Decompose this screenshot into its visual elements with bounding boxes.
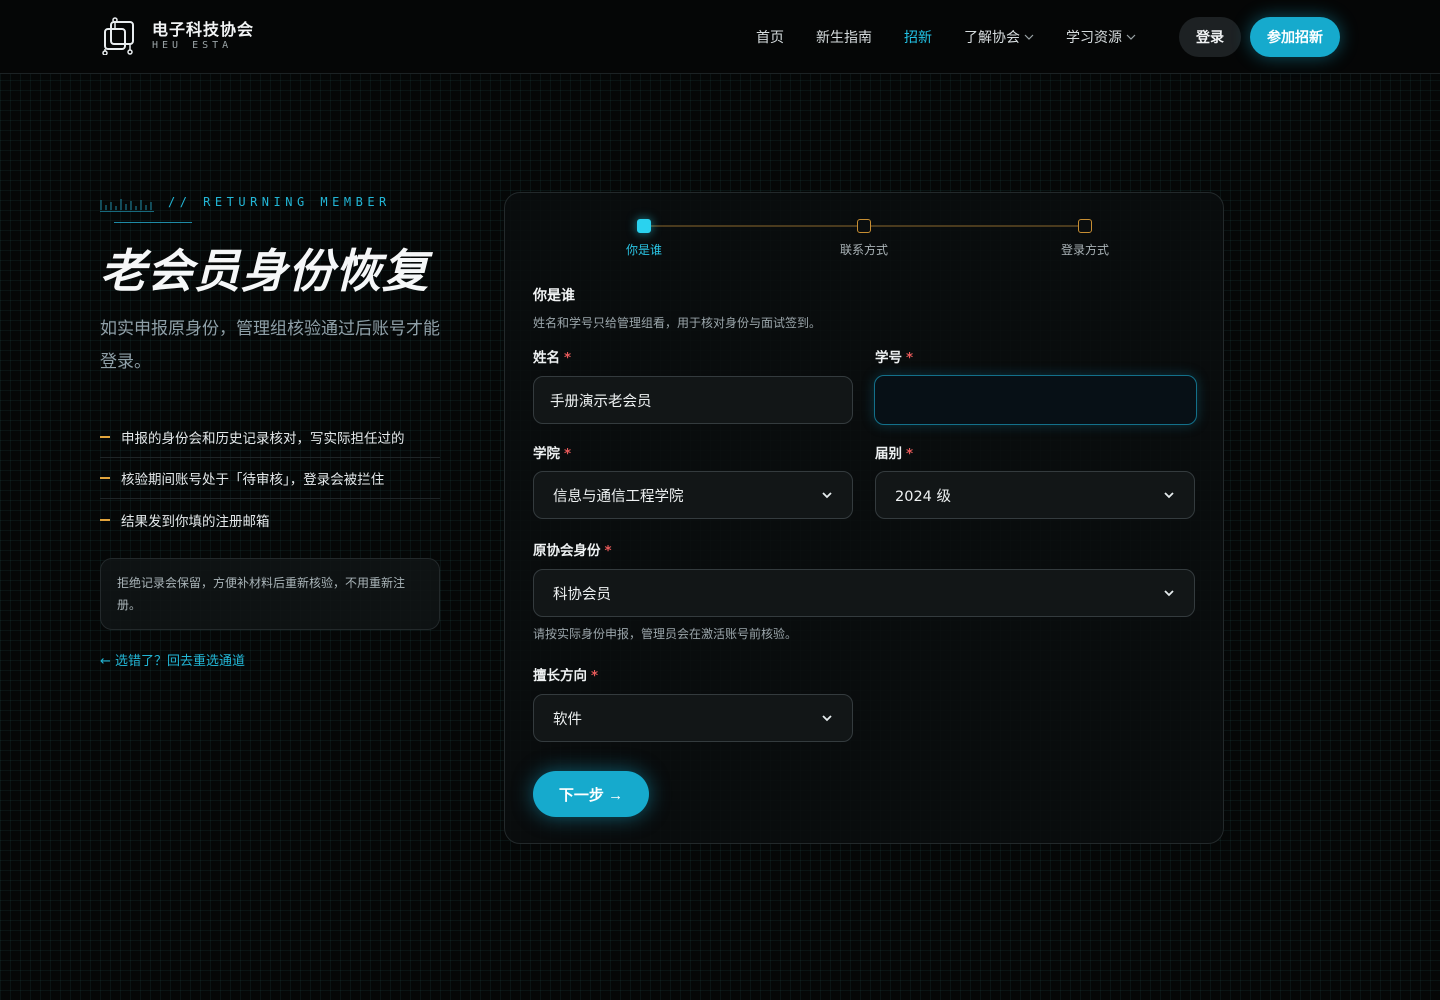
nav-item-label: 学习资源 (1066, 30, 1122, 46)
nav-item-label: 首页 (756, 30, 784, 46)
logo-subtitle: HEU ESTA (152, 40, 233, 51)
chevron-down-icon (1164, 492, 1174, 499)
field-label-text: 届别 (875, 446, 902, 462)
chevron-down-icon (822, 492, 832, 499)
tagline: // RETURNING MEMBER (100, 190, 440, 214)
nav-item-label: 招新 (904, 30, 932, 46)
top-navbar: 电子科技协会 HEU ESTA 首页 新生指南 招新 了解协会 学习资源 登录 … (0, 0, 1440, 74)
dash-icon (100, 477, 110, 479)
nav-item-label: 了解协会 (964, 30, 1020, 46)
intro-panel: // RETURNING MEMBER 老会员身份恢复 如实申报原身份，管理组核… (100, 190, 440, 669)
role-select-value: 科协会员 (553, 586, 611, 603)
step-connector (651, 225, 863, 227)
section-title: 你是谁 (533, 288, 575, 304)
college-select-value: 信息与通信工程学院 (553, 488, 684, 505)
dash-icon (100, 518, 110, 521)
required-mark: * (906, 350, 914, 366)
tagline-text: // RETURNING MEMBER (168, 195, 391, 209)
nav-item-home[interactable]: 首页 (756, 27, 784, 47)
list-item: 结果发到你填的注册邮箱 (100, 499, 440, 540)
info-note: 拒绝记录会保留，方便补材料后重新核验，不用重新注册。 (100, 558, 440, 630)
direction-select[interactable]: 软件 (533, 694, 853, 742)
grade-select[interactable]: 2024 级 (875, 471, 1195, 519)
tagline-underline (114, 222, 192, 223)
field-label-text: 原协会身份 (533, 543, 601, 559)
nav-item-about[interactable]: 了解协会 (964, 27, 1034, 47)
chevron-down-icon (1024, 34, 1034, 40)
college-select[interactable]: 信息与通信工程学院 (533, 471, 853, 519)
signal-bars-icon (100, 199, 154, 212)
page-subtitle: 如实申报原身份，管理组核验通过后账号才能登录。 (100, 319, 440, 372)
college-label: 学院 * (533, 442, 571, 462)
bullet-text: 核验期间账号处于「待审核」，登录会被拦住 (121, 472, 385, 488)
list-item: 核验期间账号处于「待审核」，登录会被拦住 (100, 458, 440, 499)
role-hint: 请按实际身份申报，管理员会在激活账号前核验。 (533, 627, 798, 641)
step-dot-3 (1078, 219, 1092, 233)
nav-item-freshman-guide[interactable]: 新生指南 (816, 27, 872, 47)
field-label-text: 擅长方向 (533, 668, 587, 684)
required-mark: * (906, 446, 914, 462)
nav-item-recruit[interactable]: 招新 (904, 27, 932, 47)
name-label: 姓名 * (533, 346, 571, 366)
registration-form-card: 你是谁 联系方式 登录方式 你是谁 姓名和学号只给管理组看，用于核对身份与面试签… (504, 192, 1224, 844)
bullet-text: 申报的身份会和历史记录核对，写实际担任过的 (121, 431, 405, 447)
field-label-text: 姓名 (533, 350, 560, 366)
required-mark: * (591, 668, 599, 684)
step-dot-2 (857, 219, 871, 233)
grade-select-value: 2024 级 (895, 488, 952, 505)
role-label: 原协会身份 * (533, 539, 612, 559)
step-dot-1 (637, 219, 651, 233)
field-label-text: 学院 (533, 446, 560, 462)
page-title: 老会员身份恢复 (100, 244, 429, 298)
section-description: 姓名和学号只给管理组看，用于核对身份与面试签到。 (533, 316, 822, 330)
required-mark: * (564, 350, 572, 366)
chevron-down-icon (1164, 590, 1174, 597)
bullet-text: 结果发到你填的注册邮箱 (121, 513, 270, 530)
chevron-down-icon (1126, 34, 1136, 40)
grade-label: 届别 * (875, 442, 913, 462)
student-id-input[interactable] (874, 375, 1197, 425)
step-label-3: 登录方式 (1060, 243, 1110, 257)
required-mark: * (604, 543, 612, 559)
field-label-text: 学号 (875, 350, 902, 366)
direction-label: 擅长方向 * (533, 664, 598, 684)
info-bullet-list: 申报的身份会和历史记录核对，写实际担任过的 核验期间账号处于「待审核」，登录会被… (100, 417, 440, 540)
main-nav: 首页 新生指南 招新 了解协会 学习资源 (756, 27, 1168, 47)
name-input[interactable]: 手册演示老会员 (533, 376, 853, 424)
circuit-logo-icon (102, 17, 134, 55)
step-label-1: 你是谁 (625, 243, 663, 257)
nav-item-label: 新生指南 (816, 30, 872, 46)
back-to-channel-link[interactable]: ← 选错了？回去重选通道 (100, 650, 440, 669)
direction-select-value: 软件 (553, 711, 582, 728)
login-button[interactable]: 登录 (1179, 17, 1241, 57)
logo[interactable]: 电子科技协会 HEU ESTA (102, 17, 254, 55)
dash-icon (100, 436, 110, 438)
join-recruit-button[interactable]: 参加招新 (1250, 17, 1340, 57)
chevron-down-icon (822, 715, 832, 722)
nav-item-resources[interactable]: 学习资源 (1066, 27, 1136, 47)
name-input-value: 手册演示老会员 (550, 393, 652, 410)
required-mark: * (564, 446, 572, 462)
next-step-button[interactable]: 下一步 → (533, 771, 649, 817)
student-id-label: 学号 * (875, 346, 913, 366)
logo-title: 电子科技协会 (152, 20, 255, 39)
role-select[interactable]: 科协会员 (533, 569, 1195, 617)
list-item: 申报的身份会和历史记录核对，写实际担任过的 (100, 417, 440, 458)
step-connector (871, 225, 1085, 227)
step-indicator: 你是谁 联系方式 登录方式 (505, 193, 1225, 273)
step-label-2: 联系方式 (839, 243, 889, 257)
